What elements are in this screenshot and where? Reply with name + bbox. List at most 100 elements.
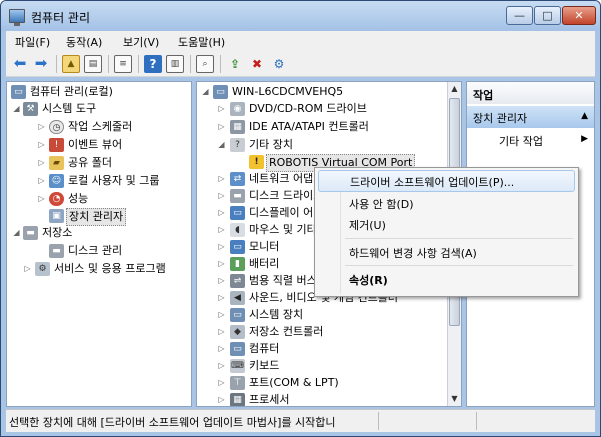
menu-action[interactable]: 동작(A): [66, 34, 102, 50]
expand-arrow-icon[interactable]: ▷: [217, 273, 226, 289]
network-icon: ⇄: [230, 172, 245, 186]
forward-arrow-icon[interactable]: ➡: [32, 55, 50, 73]
expand-arrow-icon[interactable]: ▷: [217, 119, 226, 135]
menu-properties[interactable]: 속성(R): [318, 269, 575, 291]
maximize-button[interactable]: □: [534, 6, 561, 25]
clock-icon: ◷: [49, 120, 64, 134]
collapse-arrow-icon[interactable]: ◢: [201, 84, 210, 100]
expand-arrow-icon[interactable]: ▷: [37, 119, 46, 135]
menu-disable[interactable]: 사용 안 함(D): [318, 193, 575, 215]
expand-arrow-icon[interactable]: ▷: [37, 173, 46, 189]
computer-icon: ▭: [213, 85, 228, 99]
expand-arrow-icon[interactable]: ▷: [217, 324, 226, 340]
monitor-icon: ▭: [230, 240, 245, 254]
actions-section-device-manager[interactable]: 장치 관리자 ▲: [467, 106, 594, 128]
close-button[interactable]: ✕: [562, 6, 596, 25]
window-title: 컴퓨터 관리: [31, 11, 91, 25]
expand-arrow-icon[interactable]: ▷: [217, 171, 226, 187]
properties-icon[interactable]: ▥: [166, 55, 184, 73]
minimize-button[interactable]: —: [506, 6, 533, 25]
mouse-icon: ◖: [230, 223, 245, 237]
submenu-arrow-icon: ▶: [581, 134, 588, 144]
back-arrow-icon[interactable]: ⬅: [11, 55, 29, 73]
collapse-arrow-icon[interactable]: ◢: [12, 225, 21, 241]
performance-icon: ◔: [49, 192, 64, 206]
expand-arrow-icon[interactable]: ▷: [217, 341, 226, 357]
export-list-icon[interactable]: ≡: [114, 55, 132, 73]
expand-arrow-icon[interactable]: ▷: [23, 261, 32, 277]
toolbar-separator: [220, 55, 221, 73]
expand-arrow-icon[interactable]: ▷: [37, 155, 46, 171]
status-text: 선택한 장치에 대해 [드라이버 소프트웨어 업데이트 마법사]를 시작합니: [9, 416, 336, 429]
display-icon: ▭: [230, 206, 245, 220]
storage-controller-icon: ◆: [230, 325, 245, 339]
context-menu: 드라이버 소프트웨어 업데이트(P)... 사용 안 함(D) 제거(U) 하드…: [314, 167, 579, 297]
warning-device-icon: !: [249, 155, 264, 169]
menu-file[interactable]: 파일(F): [15, 34, 50, 50]
expand-arrow-icon[interactable]: ▷: [217, 375, 226, 391]
menu-help[interactable]: 도움말(H): [178, 34, 225, 50]
expand-arrow-icon[interactable]: ▷: [217, 205, 226, 221]
expand-arrow-icon[interactable]: ▷: [217, 256, 226, 272]
processor-icon: ▦: [230, 393, 245, 406]
disk-icon: ▬: [49, 244, 64, 258]
expand-arrow-icon[interactable]: ▷: [217, 222, 226, 238]
actions-header: 작업: [467, 82, 594, 104]
expand-arrow-icon[interactable]: ▷: [217, 307, 226, 323]
collapse-arrow-icon[interactable]: ◢: [217, 137, 226, 153]
menu-separator: [345, 238, 573, 239]
dvd-icon: ◉: [230, 102, 245, 116]
computer-node-icon: ▭: [230, 342, 245, 356]
event-viewer-icon: !: [49, 138, 64, 152]
scan-hardware-icon[interactable]: ⌕: [196, 55, 214, 73]
menu-bar: 파일(F) 동작(A) 보기(V) 도움말(H): [6, 31, 595, 51]
expand-arrow-icon[interactable]: ▷: [217, 101, 226, 117]
status-divider: [378, 412, 379, 430]
toolbar-separator: [108, 55, 109, 73]
more-actions-label: 기타 작업: [499, 135, 543, 148]
toolbar-separator: [56, 55, 57, 73]
toolbar: ⬅ ➡ ▲ ▤ ≡ ? ▥ ⌕ ⇪ ✖ ⚙: [6, 51, 595, 77]
actions-more-actions[interactable]: 기타 작업 ▶: [467, 130, 594, 150]
expand-arrow-icon[interactable]: ▷: [217, 358, 226, 374]
disk-drive-icon: ▬: [230, 189, 245, 203]
navigation-tree: ▭ 컴퓨터 관리(로컬) ◢ ⚒ 시스템 도구 ▷ ◷ 작업 스케줄러 ▷ ! …: [6, 81, 192, 407]
users-icon: ☺: [49, 174, 64, 188]
scroll-up-arrow-icon[interactable]: ▲: [448, 82, 461, 96]
collapse-arrow-icon[interactable]: ◢: [12, 101, 21, 117]
menu-separator: [345, 265, 573, 266]
update-driver-icon[interactable]: ⇪: [226, 55, 244, 73]
shared-folder-icon: ▰: [49, 156, 64, 170]
usb-icon: ⇌: [230, 274, 245, 288]
enable-device-icon[interactable]: ⚙: [270, 55, 288, 73]
toolbar-separator: [190, 55, 191, 73]
status-divider: [476, 412, 477, 430]
collapse-up-icon[interactable]: ▲: [581, 111, 588, 121]
scroll-down-arrow-icon[interactable]: ▼: [448, 392, 461, 406]
help-icon[interactable]: ?: [144, 55, 162, 73]
actions-section-label: 장치 관리자: [473, 112, 528, 125]
computer-icon: ▭: [11, 85, 26, 99]
uninstall-icon[interactable]: ✖: [248, 55, 266, 73]
menu-scan-hardware[interactable]: 하드웨어 변경 사항 검색(A): [318, 242, 575, 264]
show-hide-tree-icon[interactable]: ▤: [84, 55, 102, 73]
keyboard-icon: ⌨: [230, 359, 245, 373]
ide-icon: ▦: [230, 120, 245, 134]
expand-arrow-icon[interactable]: ▷: [217, 392, 226, 406]
expand-arrow-icon[interactable]: ▷: [217, 239, 226, 255]
title-bar[interactable]: 컴퓨터 관리 — □ ✕: [1, 1, 600, 31]
expand-arrow-icon[interactable]: ▷: [217, 290, 226, 306]
sound-icon: ◀: [230, 291, 245, 305]
menu-view[interactable]: 보기(V): [123, 34, 159, 50]
computer-management-window: 컴퓨터 관리 — □ ✕ 파일(F) 동작(A) 보기(V) 도움말(H) ⬅ …: [0, 0, 601, 437]
menu-update-driver[interactable]: 드라이버 소프트웨어 업데이트(P)...: [318, 170, 575, 192]
port-icon: ⊤: [230, 376, 245, 390]
menu-uninstall[interactable]: 제거(U): [318, 214, 575, 236]
device-manager-icon: ▣: [49, 209, 64, 223]
expand-arrow-icon[interactable]: ▷: [217, 188, 226, 204]
up-folder-icon[interactable]: ▲: [62, 55, 80, 73]
expand-arrow-icon[interactable]: ▷: [37, 191, 46, 207]
expand-arrow-icon[interactable]: ▷: [37, 137, 46, 153]
tools-icon: ⚒: [23, 102, 38, 116]
toolbar-separator: [138, 55, 139, 73]
